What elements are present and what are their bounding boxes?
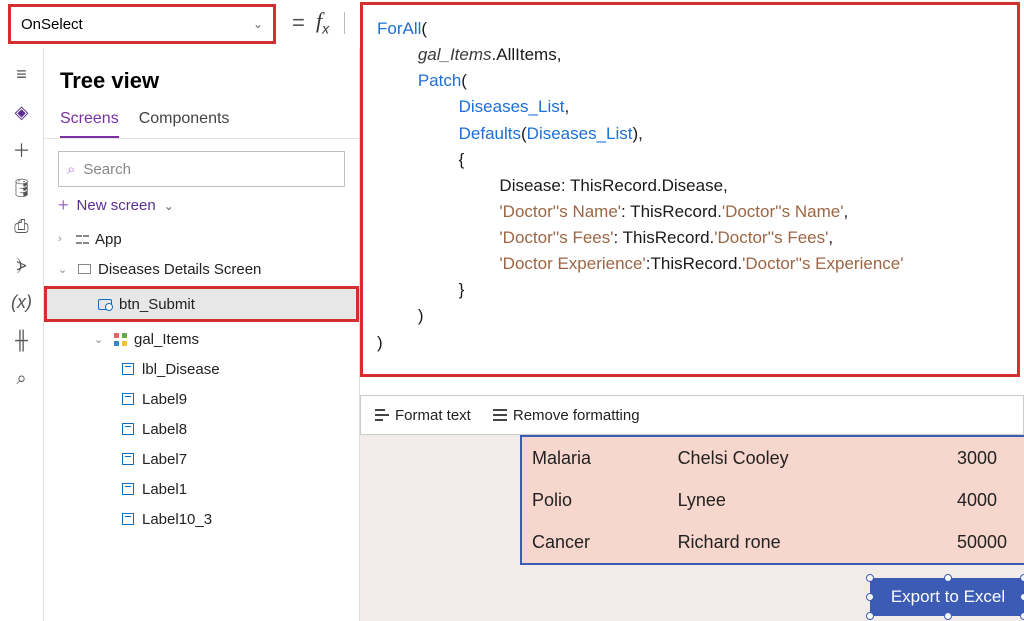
screen-icon xyxy=(76,261,92,277)
tree-node-lbl-disease[interactable]: lbl_Disease xyxy=(44,354,359,384)
resize-handle[interactable] xyxy=(944,574,952,582)
resize-handle[interactable] xyxy=(1020,612,1024,620)
property-selector-value: OnSelect xyxy=(21,16,83,33)
caret-down-icon: ⌄ xyxy=(58,263,70,276)
tree-node-label8[interactable]: Label8 xyxy=(44,414,359,444)
fx-icon[interactable]: fx xyxy=(316,8,329,36)
search-icon[interactable]: ⌕ xyxy=(6,362,38,394)
tree-node-app[interactable]: › App xyxy=(44,224,359,254)
caret-down-icon: ⌄ xyxy=(94,333,106,346)
label-icon xyxy=(120,421,136,437)
formula-editor[interactable]: ForAll( gal_Items.AllItems, Patch( Disea… xyxy=(360,2,1020,377)
resize-handle[interactable] xyxy=(866,574,874,582)
chevron-down-icon: ⌄ xyxy=(164,199,174,213)
equals-sign: = xyxy=(292,10,305,36)
export-to-excel-button[interactable]: Export to Excel xyxy=(870,578,1024,616)
resize-handle[interactable] xyxy=(866,593,874,601)
label-icon xyxy=(120,451,136,467)
label-icon xyxy=(120,481,136,497)
left-nav-rail: ≡ ◈ ＋ 🛢 ⎙ ⦔ (x) ╫ ⌕ xyxy=(0,48,44,621)
tree-view-panel: Tree view Screens Components ⌕ Search + … xyxy=(44,48,360,621)
resize-handle[interactable] xyxy=(944,612,952,620)
advanced-tools-icon[interactable]: ╫ xyxy=(6,324,38,356)
power-automate-icon[interactable]: ⦔ xyxy=(6,248,38,280)
tree-node-label9[interactable]: Label9 xyxy=(44,384,359,414)
tab-screens[interactable]: Screens xyxy=(60,104,119,138)
resize-handle[interactable] xyxy=(866,612,874,620)
table-row[interactable]: Malaria Chelsi Cooley 3000 xyxy=(522,437,1024,479)
gallery-preview[interactable]: Malaria Chelsi Cooley 3000 Polio Lynee 4… xyxy=(520,435,1024,565)
tab-components[interactable]: Components xyxy=(139,104,230,138)
tree-node-btn-submit[interactable]: btn_Submit xyxy=(44,286,359,322)
remove-formatting-icon xyxy=(493,409,507,421)
label-icon xyxy=(120,511,136,527)
new-screen-button[interactable]: + New screen ⌄ xyxy=(58,195,345,216)
tree-node-label10-3[interactable]: Label10_3 xyxy=(44,504,359,534)
tree-view-title: Tree view xyxy=(44,48,359,104)
formula-format-bar: Format text Remove formatting xyxy=(360,395,1024,435)
tree-view-icon[interactable]: ◈ xyxy=(6,96,38,128)
format-text-button[interactable]: Format text xyxy=(375,407,471,424)
label-icon xyxy=(120,391,136,407)
insert-icon[interactable]: ＋ xyxy=(6,134,38,166)
search-icon: ⌕ xyxy=(67,161,75,178)
tree-node-label7[interactable]: Label7 xyxy=(44,444,359,474)
caret-right-icon: › xyxy=(58,233,70,245)
gallery-icon xyxy=(112,331,128,347)
table-row[interactable]: Polio Lynee 4000 xyxy=(522,479,1024,521)
tree-node-gal-items[interactable]: ⌄ gal_Items xyxy=(44,324,359,354)
remove-formatting-button[interactable]: Remove formatting xyxy=(493,407,640,424)
hamburger-icon[interactable]: ≡ xyxy=(6,58,38,90)
resize-handle[interactable] xyxy=(1020,593,1024,601)
label-icon xyxy=(120,361,136,377)
app-icon xyxy=(76,233,89,246)
media-icon[interactable]: ⎙ xyxy=(6,210,38,242)
plus-icon: + xyxy=(58,195,69,216)
table-row[interactable]: Cancer Richard rone 50000 xyxy=(522,521,1024,563)
data-icon[interactable]: 🛢 xyxy=(6,172,38,204)
tree-search-input[interactable]: ⌕ Search xyxy=(58,151,345,187)
tree-node-screen[interactable]: ⌄ Diseases Details Screen xyxy=(44,254,359,284)
button-icon xyxy=(97,296,113,312)
property-selector[interactable]: OnSelect ⌄ xyxy=(8,4,276,44)
tree-node-label1[interactable]: Label1 xyxy=(44,474,359,504)
variables-icon[interactable]: (x) xyxy=(6,286,38,318)
format-text-icon xyxy=(375,409,389,421)
resize-handle[interactable] xyxy=(1020,574,1024,582)
chevron-down-icon: ⌄ xyxy=(253,17,263,31)
